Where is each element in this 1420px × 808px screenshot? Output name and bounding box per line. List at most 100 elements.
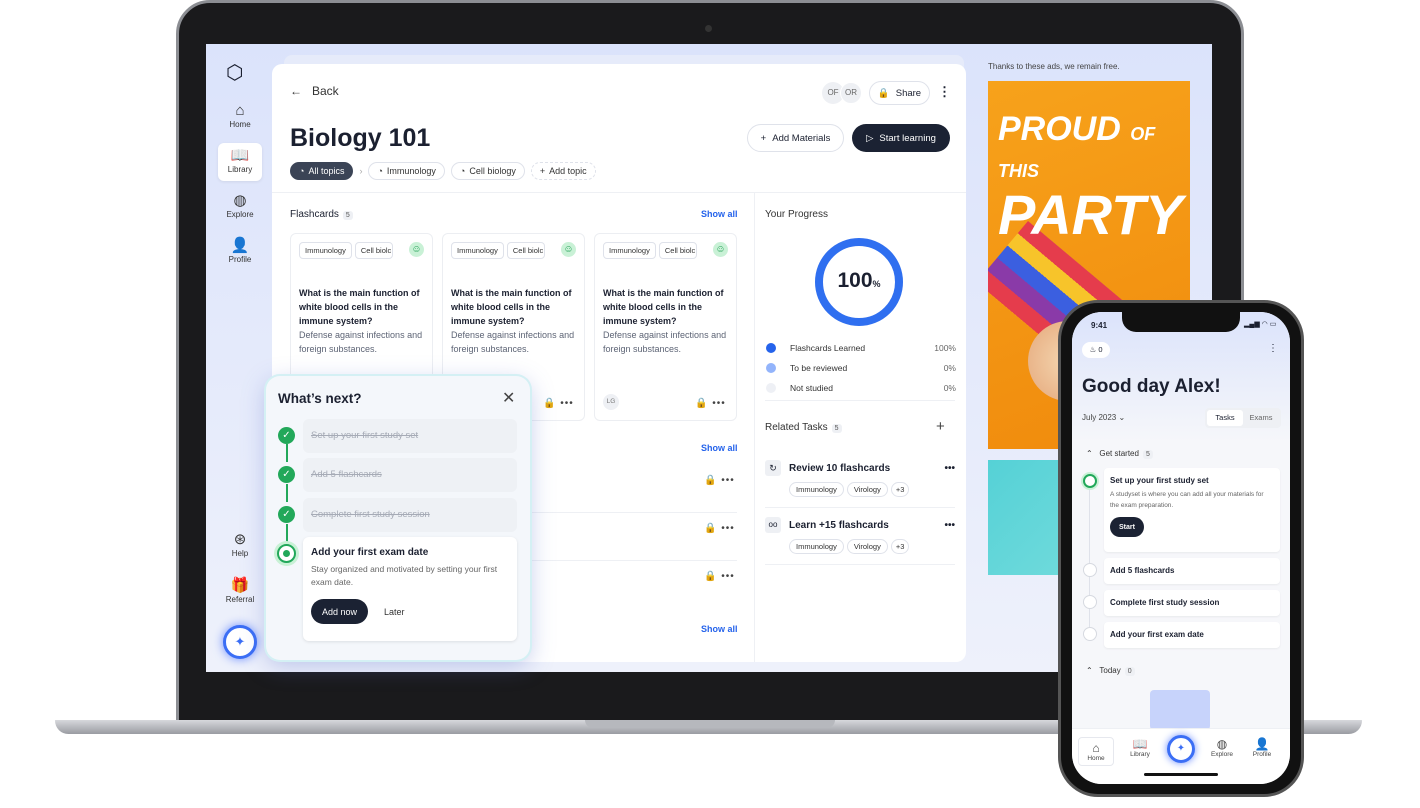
- share-button[interactable]: 🔒 Share: [869, 81, 930, 105]
- add-topic-button[interactable]: + Add topic: [530, 162, 596, 180]
- flashcard-question: What is the main function of white blood…: [603, 288, 724, 326]
- step-connector: [286, 444, 288, 462]
- close-icon[interactable]: ✕: [502, 388, 515, 408]
- glasses-icon: oo: [765, 517, 781, 533]
- later-button[interactable]: Later: [384, 607, 405, 617]
- nav-library[interactable]: 📖 Library: [1122, 737, 1158, 758]
- chevron-down-icon: ⌄: [1118, 413, 1126, 422]
- add-now-button[interactable]: Add now: [311, 599, 368, 624]
- tag: Immunology: [603, 242, 656, 260]
- play-icon: ▷: [866, 132, 874, 144]
- flashcards-show-all[interactable]: Show all: [701, 209, 738, 219]
- flashcard[interactable]: Immunology Cell biolc ☺ What is the main …: [594, 233, 737, 421]
- sidebar-item-profile[interactable]: 👤 Profile: [218, 237, 262, 264]
- greeting: Good day Alex!: [1082, 376, 1221, 397]
- ad-headline: PROUD OF THIS PARTY: [998, 110, 1183, 246]
- legend-dot: [766, 363, 776, 373]
- related-task[interactable]: oo Learn +15 flashcards ••• Immunology Viro…: [765, 517, 955, 554]
- section-show-all[interactable]: Show all: [701, 443, 738, 453]
- month-selector[interactable]: July 2023 ⌄: [1082, 413, 1125, 422]
- phone-task-card[interactable]: Add 5 flashcards: [1104, 558, 1280, 584]
- lock-and-more-icons[interactable]: 🔒 •••: [695, 398, 726, 409]
- flashcard-answer: Defense against infections and foreign s…: [451, 330, 575, 354]
- sidebar-item-library[interactable]: 📖 Library: [218, 143, 262, 181]
- topic-cell-biology[interactable]: ◔ Cell biology: [450, 162, 525, 180]
- phone-task-card[interactable]: Set up your first study set A studyset i…: [1104, 468, 1280, 552]
- camera: [705, 25, 712, 32]
- dynamic-island: [1122, 312, 1240, 332]
- back-button[interactable]: ← Back: [290, 84, 339, 98]
- section-show-all[interactable]: Show all: [701, 624, 738, 634]
- globe-icon: ◍: [233, 192, 247, 209]
- phone-task-card[interactable]: Complete first study session: [1104, 590, 1280, 616]
- more-options-icon[interactable]: ⋮: [1268, 343, 1278, 354]
- add-materials-button[interactable]: + Add Materials: [747, 124, 844, 152]
- current-step-title: Add your first exam date: [311, 547, 429, 558]
- ai-assistant-button[interactable]: ✦: [223, 625, 257, 659]
- sidebar-item-explore[interactable]: ◍ Explore: [218, 192, 262, 219]
- add-task-icon[interactable]: +: [936, 418, 945, 435]
- lock-icon: 🔒: [877, 87, 890, 99]
- nav-explore[interactable]: ◍ Explore: [1204, 737, 1240, 758]
- task-circle[interactable]: [1083, 563, 1097, 577]
- tab-tasks[interactable]: Tasks: [1207, 410, 1243, 426]
- tag: Cell biolc: [354, 242, 393, 260]
- list-item-actions[interactable]: 🔒 •••: [704, 571, 735, 582]
- get-started-heading[interactable]: ⌃ Get started 5: [1086, 449, 1153, 459]
- start-learning-button[interactable]: ▷ Start learning: [852, 124, 950, 152]
- ai-assistant-button[interactable]: ✦: [1167, 735, 1195, 763]
- sidebar-item-home[interactable]: ⌂ Home: [218, 102, 262, 129]
- smiley-icon: ☺: [713, 242, 728, 257]
- phone-task-card[interactable]: Add your first exam date: [1104, 622, 1280, 648]
- author-avatar: LG: [603, 394, 619, 410]
- progress-legend: Flashcards Learned 100% To be reviewed 0% …: [766, 338, 956, 398]
- start-button[interactable]: Start: [1110, 517, 1144, 537]
- tasks-exams-toggle: Tasks Exams: [1205, 408, 1281, 428]
- pie-icon: ◔: [459, 166, 466, 176]
- divider: [522, 512, 737, 513]
- phone-screen: 9:41 ▂▄▆ ◠ ▭ ♨ 0 ⋮ Good day Alex! July 2…: [1072, 312, 1290, 784]
- current-step-indicator: [277, 544, 296, 563]
- gift-hand-icon: 🎁: [230, 577, 250, 594]
- status-icons: ▂▄▆ ◠ ▭: [1244, 321, 1277, 328]
- completed-step: Complete first study session: [303, 498, 517, 532]
- sidebar-item-help[interactable]: ⊛ Help: [218, 531, 262, 558]
- streak-badge[interactable]: ♨ 0: [1082, 342, 1110, 358]
- more-options-icon[interactable]: ⋮: [938, 84, 951, 100]
- lock-and-more-icons[interactable]: 🔒 •••: [543, 398, 574, 409]
- tag: Cell biolc: [506, 242, 545, 260]
- tag: Immunology: [789, 482, 844, 497]
- task-circle[interactable]: [1083, 627, 1097, 641]
- related-tasks-heading: Related Tasks 5: [765, 422, 842, 433]
- flashcard-question: What is the main function of white blood…: [451, 288, 572, 326]
- nav-home[interactable]: ⌂ Home: [1078, 737, 1114, 766]
- more-icon[interactable]: •••: [944, 520, 955, 531]
- smiley-icon: ☺: [409, 242, 424, 257]
- globe-icon: ◍: [1216, 737, 1228, 751]
- topic-all[interactable]: ◔ All topics: [290, 162, 354, 180]
- task-title: Set up your first study set: [1110, 476, 1209, 485]
- list-item-actions[interactable]: 🔒 •••: [704, 475, 735, 486]
- nav-profile[interactable]: 👤 Profile: [1244, 737, 1280, 758]
- more-icon[interactable]: •••: [944, 463, 955, 474]
- tab-exams[interactable]: Exams: [1243, 410, 1279, 426]
- topic-immunology[interactable]: ◔ Immunology: [368, 162, 445, 180]
- tag: Virology: [846, 539, 888, 554]
- clipboard-illustration: [1150, 690, 1210, 730]
- task-circle[interactable]: [1083, 595, 1097, 609]
- whats-next-popup: What’s next? ✕ ✓ Set up your first study…: [266, 376, 530, 660]
- chevron-right-icon: ›: [359, 166, 363, 176]
- related-task[interactable]: ↻ Review 10 flashcards ••• Immunology Virol…: [765, 460, 955, 497]
- page-title: Biology 101: [290, 124, 431, 152]
- home-icon: ⌂: [235, 102, 245, 119]
- legend-item: To be reviewed 0%: [766, 358, 956, 378]
- list-item-actions[interactable]: 🔒 •••: [704, 523, 735, 534]
- current-step-desc: Stay organized and motivated by setting …: [311, 564, 498, 587]
- logo-icon: ⬡: [226, 62, 244, 84]
- sidebar-item-referral[interactable]: 🎁 Referral: [218, 577, 262, 604]
- today-heading[interactable]: ⌃ Today 0: [1086, 666, 1135, 676]
- laptop-notch: [585, 720, 835, 728]
- popup-title: What’s next?: [278, 391, 362, 406]
- legend-item: Not studied 0%: [766, 378, 956, 398]
- flashcard-answer: Defense against infections and foreign s…: [603, 330, 727, 354]
